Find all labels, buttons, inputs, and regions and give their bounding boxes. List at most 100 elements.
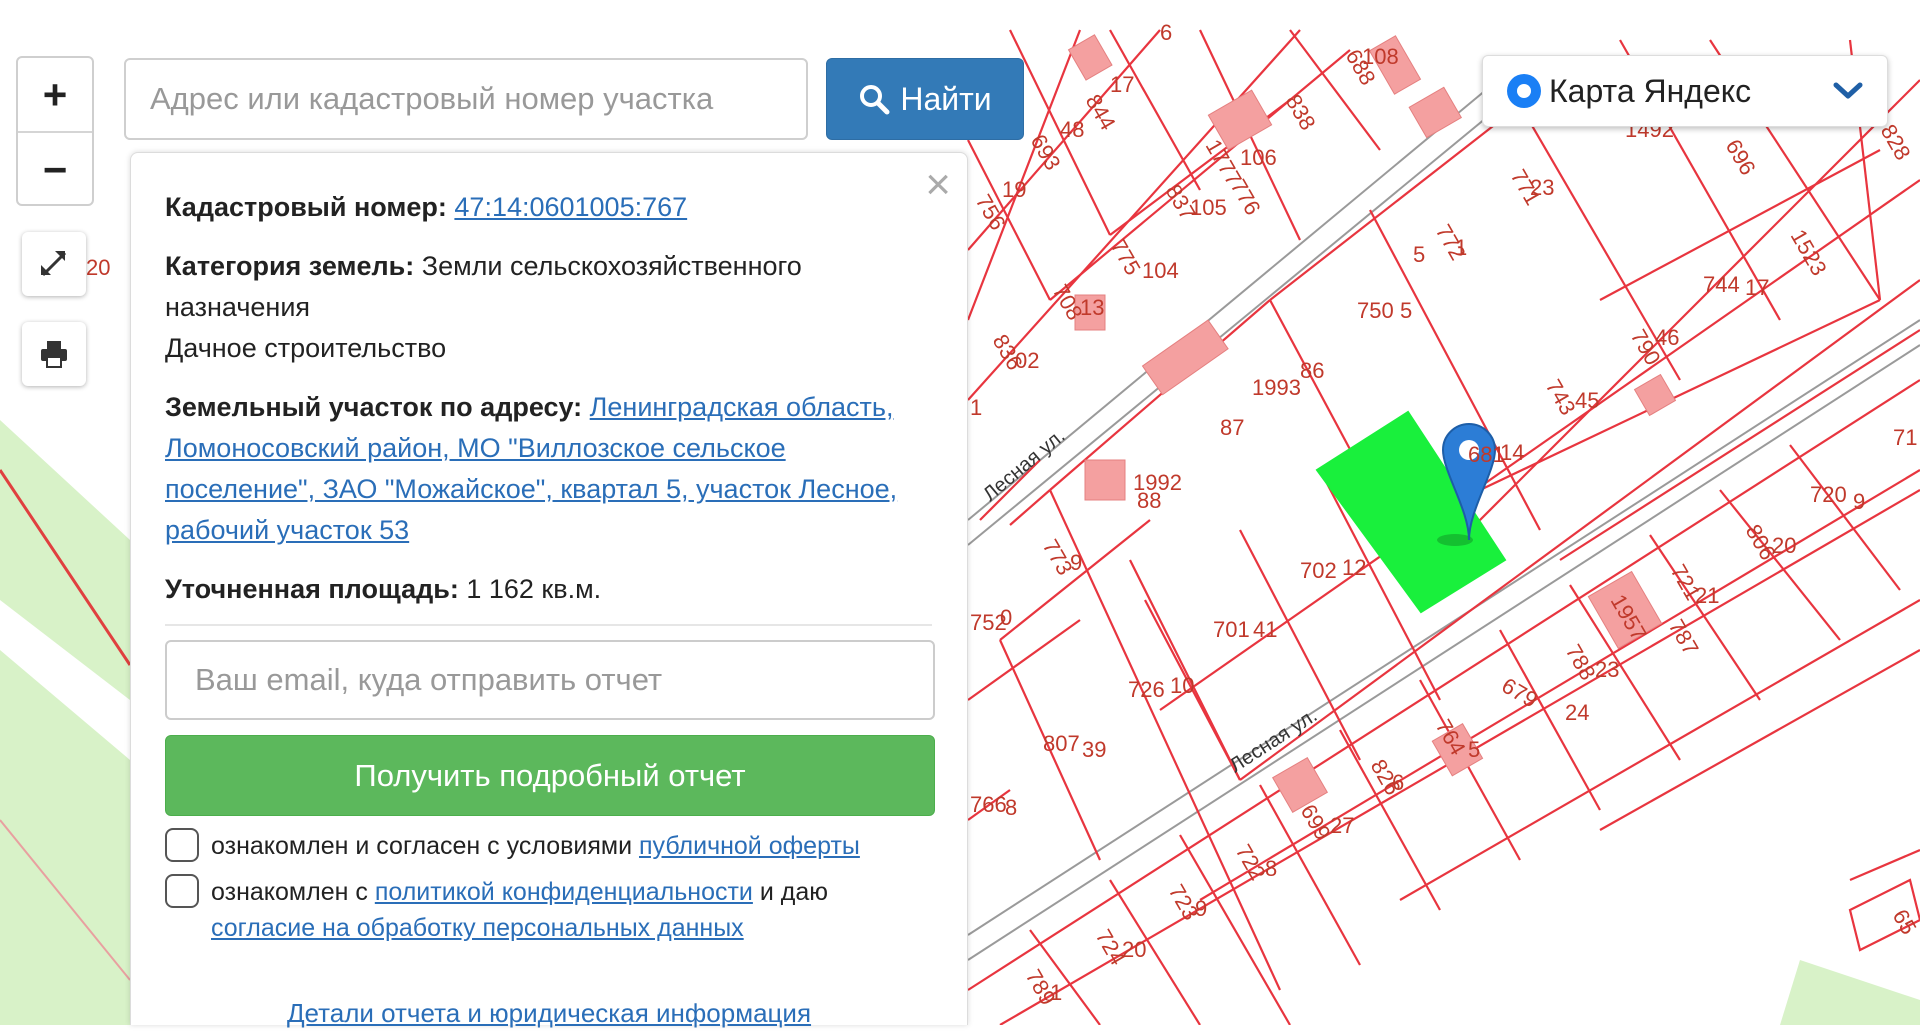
lot-label: 0 [1000,605,1012,630]
print-button[interactable] [22,322,86,386]
agree-offer-row: ознакомлен и согласен с условиями публич… [165,828,932,864]
lot-label: 10 [1170,673,1194,698]
lot-label: 8 [1005,795,1017,820]
privacy-policy-link[interactable]: политикой конфиденциальности [375,878,753,906]
search-input[interactable] [124,58,808,140]
lot-label: 88 [1137,488,1161,513]
lot-label: 807 [1043,731,1080,756]
lot-label: 27 [1330,813,1354,838]
agree-privacy-text: ознакомлен с политикой конфиденциальност… [211,874,932,946]
area-row: Уточненная площадь: 1 162 кв.м. [165,569,932,610]
lot-label: 726 [1128,677,1165,702]
area-value: 1 162 кв.м. [466,574,602,604]
green-area [0,420,130,700]
lot-label: 9 [1853,489,1865,514]
lot-label: 13 [1080,295,1104,320]
cadastral-row: Кадастровый номер: 47:14:0601005:767 [165,187,932,228]
address-label: Земельный участок по адресу: [165,392,583,422]
lot-label: 8 [1265,856,1277,881]
email-field[interactable] [165,640,935,720]
lot-label: 48 [1060,117,1084,142]
lot-label: 5 [1400,298,1412,323]
zoom-out-button[interactable]: − [18,131,92,206]
lot-label: 02 [1015,348,1039,373]
map-layer-select[interactable]: Карта Яндекс [1482,55,1888,127]
lot-label: 701 [1213,617,1250,642]
lot-label: 17 [1745,275,1769,300]
agree-privacy-label-b: и даю [759,878,828,906]
lot-label: 87 [1220,415,1244,440]
lot-label: 6 [1392,770,1404,795]
lot-label: 45 [1575,388,1599,413]
lot-label: 24 [1565,700,1589,725]
report-details-link[interactable]: Детали отчета и юридическая информация [131,993,967,1034]
category-row: Категория земель: Земли сельскохозяйстве… [165,246,932,369]
lot-label: 104 [1142,258,1179,283]
fullscreen-button[interactable] [22,232,86,296]
lot-label: 86 [1300,358,1324,383]
lot-label: 17 [1110,72,1134,97]
zoom-in-button[interactable]: + [18,58,92,131]
lot-label: 106 [1240,145,1277,170]
lot-label: 14 [1500,440,1524,465]
address-row: Земельный участок по адресу: Ленинградск… [165,387,932,551]
agree-privacy-row: ознакомлен с политикой конфиденциальност… [165,874,932,946]
lot-label: 1523 [1786,225,1832,280]
lot-label: 696 [1721,135,1761,179]
zoom-control: + − [16,56,94,206]
get-report-button[interactable]: Получить подробный отчет [165,735,935,816]
lot-label: 5 [1413,242,1425,267]
agree-offer-label: ознакомлен и согласен с условиями [211,832,633,860]
lot-label: 105 [1190,195,1227,220]
lot-label: 46 [1655,325,1679,350]
lot-label: 1993 [1252,375,1301,400]
lot-label: 775 [1106,235,1146,279]
lot-label: 20 [1772,533,1796,558]
search-icon [860,85,890,115]
area-label: Уточненная площадь: [165,574,459,604]
lot-label: 702 [1300,558,1337,583]
cadastral-label: Кадастровый номер: [165,192,447,222]
lot-label: 766 [970,792,1007,817]
lot-label: 9 [1070,550,1082,575]
lot-label: 71 [1893,425,1917,450]
lot-info-panel: × Кадастровый номер: 47:14:0601005:767 К… [130,152,968,1028]
lot-label: 838 [1281,90,1321,134]
green-area [1780,960,1920,1025]
usage-value: Дачное строительство [165,333,447,363]
lot-label: 787 [1664,615,1704,659]
lot-label: 41 [1253,617,1277,642]
agree-offer-checkbox[interactable] [165,828,199,862]
lot-label: 23 [1530,175,1554,200]
public-offer-link[interactable]: публичной оферты [639,832,860,860]
close-icon[interactable]: × [925,163,951,207]
lot-label: 744 [1703,272,1740,297]
lot-label: 39 [1082,737,1106,762]
lot-label: 9 [1195,896,1207,921]
lot-label: 6 [1160,20,1172,45]
cadastral-number-link[interactable]: 47:14:0601005:767 [454,192,687,222]
map-layer-label: Карта Яндекс [1549,72,1752,109]
green-area [0,650,130,1025]
agree-privacy-checkbox[interactable] [165,874,199,908]
lot-label: 12 [1342,555,1366,580]
street-label: Лесная ул. [979,425,1069,506]
agree-offer-text: ознакомлен и согласен с условиями публич… [211,828,860,864]
radio-selected-icon [1507,74,1541,108]
lot-label: 20 [1122,937,1146,962]
personal-data-consent-link[interactable]: согласие на обработку персональных данны… [211,914,744,942]
lot-label: 20 [86,255,110,280]
lot-label: 1 [1455,235,1467,260]
lot-label: 19 [1002,177,1026,202]
chevron-down-icon [1833,82,1863,99]
lot-label: 23 [1595,657,1619,682]
printer-icon [41,341,67,368]
lot-label: 5 [1468,737,1480,762]
agree-privacy-label-a: ознакомлен с [211,878,368,906]
divider [165,624,932,626]
category-label: Категория земель: [165,251,415,281]
lot-label: 108 [1362,44,1399,69]
find-button[interactable]: Найти [826,58,1024,140]
lot-label: 679 [1498,673,1542,713]
lot-label: 1 [1050,980,1062,1005]
